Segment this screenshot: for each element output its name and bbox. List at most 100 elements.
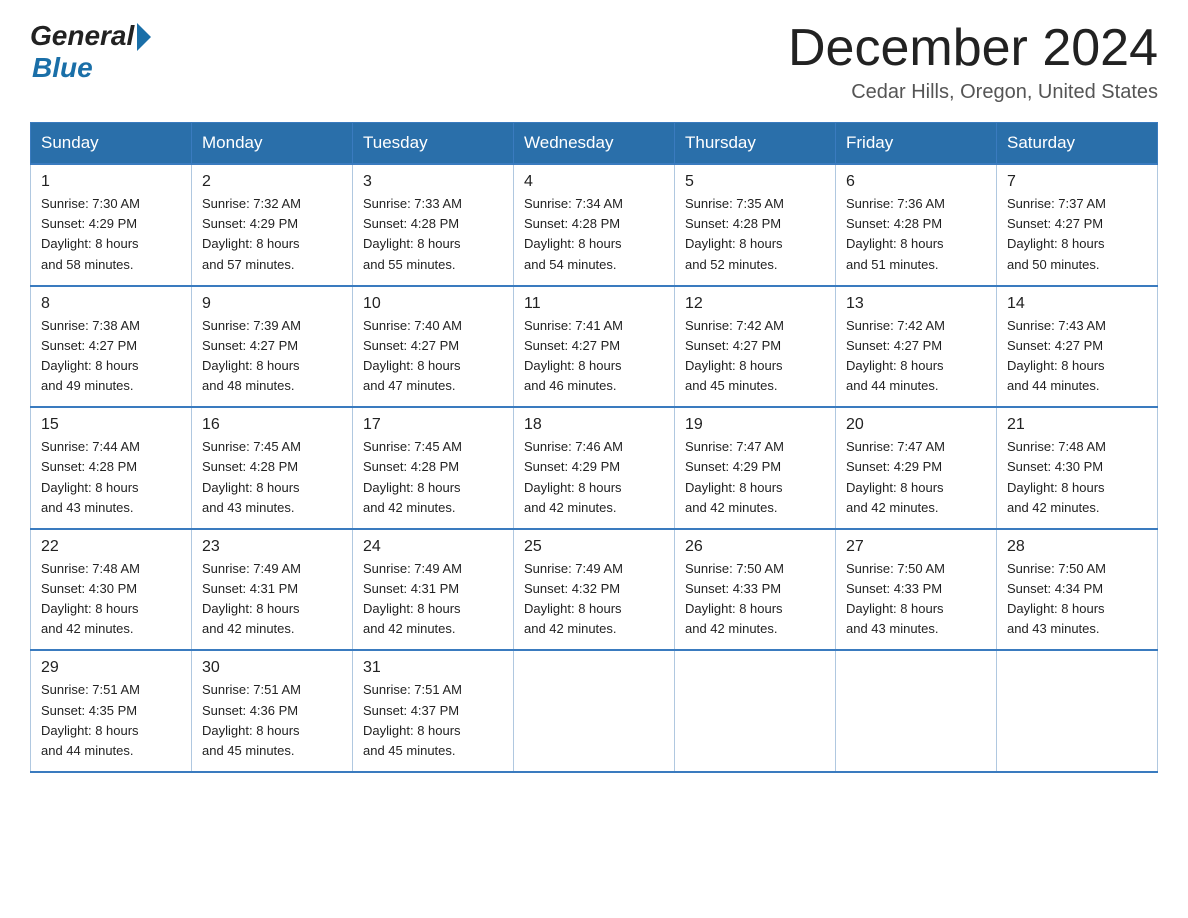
table-row: 27 Sunrise: 7:50 AM Sunset: 4:33 PM Dayl… bbox=[836, 529, 997, 651]
table-row: 20 Sunrise: 7:47 AM Sunset: 4:29 PM Dayl… bbox=[836, 407, 997, 529]
col-thursday: Thursday bbox=[675, 123, 836, 165]
day-number: 25 bbox=[524, 538, 664, 556]
col-friday: Friday bbox=[836, 123, 997, 165]
day-info: Sunrise: 7:36 AM Sunset: 4:28 PM Dayligh… bbox=[846, 194, 986, 275]
location-text: Cedar Hills, Oregon, United States bbox=[788, 81, 1158, 104]
day-number: 16 bbox=[202, 416, 342, 434]
table-row: 25 Sunrise: 7:49 AM Sunset: 4:32 PM Dayl… bbox=[514, 529, 675, 651]
table-row: 1 Sunrise: 7:30 AM Sunset: 4:29 PM Dayli… bbox=[31, 164, 192, 286]
day-number: 11 bbox=[524, 295, 664, 313]
day-info: Sunrise: 7:44 AM Sunset: 4:28 PM Dayligh… bbox=[41, 437, 181, 518]
col-wednesday: Wednesday bbox=[514, 123, 675, 165]
table-row: 8 Sunrise: 7:38 AM Sunset: 4:27 PM Dayli… bbox=[31, 286, 192, 408]
table-row: 23 Sunrise: 7:49 AM Sunset: 4:31 PM Dayl… bbox=[192, 529, 353, 651]
day-number: 10 bbox=[363, 295, 503, 313]
day-number: 20 bbox=[846, 416, 986, 434]
day-info: Sunrise: 7:50 AM Sunset: 4:34 PM Dayligh… bbox=[1007, 559, 1147, 640]
table-row: 19 Sunrise: 7:47 AM Sunset: 4:29 PM Dayl… bbox=[675, 407, 836, 529]
table-row bbox=[836, 650, 997, 772]
day-info: Sunrise: 7:42 AM Sunset: 4:27 PM Dayligh… bbox=[685, 316, 825, 397]
day-number: 13 bbox=[846, 295, 986, 313]
day-info: Sunrise: 7:42 AM Sunset: 4:27 PM Dayligh… bbox=[846, 316, 986, 397]
day-number: 5 bbox=[685, 173, 825, 191]
day-info: Sunrise: 7:37 AM Sunset: 4:27 PM Dayligh… bbox=[1007, 194, 1147, 275]
day-info: Sunrise: 7:41 AM Sunset: 4:27 PM Dayligh… bbox=[524, 316, 664, 397]
logo: General Blue bbox=[30, 20, 151, 84]
calendar-week-row: 22 Sunrise: 7:48 AM Sunset: 4:30 PM Dayl… bbox=[31, 529, 1158, 651]
day-number: 15 bbox=[41, 416, 181, 434]
col-monday: Monday bbox=[192, 123, 353, 165]
day-number: 18 bbox=[524, 416, 664, 434]
day-info: Sunrise: 7:46 AM Sunset: 4:29 PM Dayligh… bbox=[524, 437, 664, 518]
table-row: 2 Sunrise: 7:32 AM Sunset: 4:29 PM Dayli… bbox=[192, 164, 353, 286]
calendar-week-row: 8 Sunrise: 7:38 AM Sunset: 4:27 PM Dayli… bbox=[31, 286, 1158, 408]
day-number: 30 bbox=[202, 659, 342, 677]
table-row: 4 Sunrise: 7:34 AM Sunset: 4:28 PM Dayli… bbox=[514, 164, 675, 286]
day-number: 29 bbox=[41, 659, 181, 677]
day-number: 2 bbox=[202, 173, 342, 191]
day-info: Sunrise: 7:34 AM Sunset: 4:28 PM Dayligh… bbox=[524, 194, 664, 275]
table-row: 24 Sunrise: 7:49 AM Sunset: 4:31 PM Dayl… bbox=[353, 529, 514, 651]
table-row: 5 Sunrise: 7:35 AM Sunset: 4:28 PM Dayli… bbox=[675, 164, 836, 286]
day-number: 1 bbox=[41, 173, 181, 191]
table-row: 12 Sunrise: 7:42 AM Sunset: 4:27 PM Dayl… bbox=[675, 286, 836, 408]
table-row: 29 Sunrise: 7:51 AM Sunset: 4:35 PM Dayl… bbox=[31, 650, 192, 772]
day-info: Sunrise: 7:48 AM Sunset: 4:30 PM Dayligh… bbox=[41, 559, 181, 640]
table-row: 26 Sunrise: 7:50 AM Sunset: 4:33 PM Dayl… bbox=[675, 529, 836, 651]
table-row: 17 Sunrise: 7:45 AM Sunset: 4:28 PM Dayl… bbox=[353, 407, 514, 529]
page-header: General Blue December 2024 Cedar Hills, … bbox=[30, 20, 1158, 104]
day-info: Sunrise: 7:43 AM Sunset: 4:27 PM Dayligh… bbox=[1007, 316, 1147, 397]
day-info: Sunrise: 7:33 AM Sunset: 4:28 PM Dayligh… bbox=[363, 194, 503, 275]
day-info: Sunrise: 7:47 AM Sunset: 4:29 PM Dayligh… bbox=[685, 437, 825, 518]
day-number: 24 bbox=[363, 538, 503, 556]
col-sunday: Sunday bbox=[31, 123, 192, 165]
day-info: Sunrise: 7:49 AM Sunset: 4:31 PM Dayligh… bbox=[363, 559, 503, 640]
table-row: 16 Sunrise: 7:45 AM Sunset: 4:28 PM Dayl… bbox=[192, 407, 353, 529]
day-number: 14 bbox=[1007, 295, 1147, 313]
calendar-week-row: 15 Sunrise: 7:44 AM Sunset: 4:28 PM Dayl… bbox=[31, 407, 1158, 529]
day-info: Sunrise: 7:50 AM Sunset: 4:33 PM Dayligh… bbox=[685, 559, 825, 640]
day-info: Sunrise: 7:40 AM Sunset: 4:27 PM Dayligh… bbox=[363, 316, 503, 397]
day-info: Sunrise: 7:47 AM Sunset: 4:29 PM Dayligh… bbox=[846, 437, 986, 518]
day-info: Sunrise: 7:49 AM Sunset: 4:31 PM Dayligh… bbox=[202, 559, 342, 640]
day-info: Sunrise: 7:51 AM Sunset: 4:37 PM Dayligh… bbox=[363, 680, 503, 761]
table-row bbox=[997, 650, 1158, 772]
day-number: 21 bbox=[1007, 416, 1147, 434]
day-info: Sunrise: 7:38 AM Sunset: 4:27 PM Dayligh… bbox=[41, 316, 181, 397]
table-row bbox=[675, 650, 836, 772]
table-row: 31 Sunrise: 7:51 AM Sunset: 4:37 PM Dayl… bbox=[353, 650, 514, 772]
day-info: Sunrise: 7:45 AM Sunset: 4:28 PM Dayligh… bbox=[363, 437, 503, 518]
day-number: 17 bbox=[363, 416, 503, 434]
day-number: 22 bbox=[41, 538, 181, 556]
day-number: 4 bbox=[524, 173, 664, 191]
day-info: Sunrise: 7:30 AM Sunset: 4:29 PM Dayligh… bbox=[41, 194, 181, 275]
day-info: Sunrise: 7:49 AM Sunset: 4:32 PM Dayligh… bbox=[524, 559, 664, 640]
table-row: 30 Sunrise: 7:51 AM Sunset: 4:36 PM Dayl… bbox=[192, 650, 353, 772]
logo-triangle-icon bbox=[137, 23, 151, 51]
table-row: 13 Sunrise: 7:42 AM Sunset: 4:27 PM Dayl… bbox=[836, 286, 997, 408]
calendar-week-row: 1 Sunrise: 7:30 AM Sunset: 4:29 PM Dayli… bbox=[31, 164, 1158, 286]
logo-blue-text: Blue bbox=[32, 52, 93, 84]
calendar-table: Sunday Monday Tuesday Wednesday Thursday… bbox=[30, 122, 1158, 773]
day-info: Sunrise: 7:35 AM Sunset: 4:28 PM Dayligh… bbox=[685, 194, 825, 275]
table-row: 11 Sunrise: 7:41 AM Sunset: 4:27 PM Dayl… bbox=[514, 286, 675, 408]
title-section: December 2024 Cedar Hills, Oregon, Unite… bbox=[788, 20, 1158, 104]
day-info: Sunrise: 7:50 AM Sunset: 4:33 PM Dayligh… bbox=[846, 559, 986, 640]
day-number: 19 bbox=[685, 416, 825, 434]
table-row: 21 Sunrise: 7:48 AM Sunset: 4:30 PM Dayl… bbox=[997, 407, 1158, 529]
day-number: 28 bbox=[1007, 538, 1147, 556]
calendar-week-row: 29 Sunrise: 7:51 AM Sunset: 4:35 PM Dayl… bbox=[31, 650, 1158, 772]
day-info: Sunrise: 7:51 AM Sunset: 4:36 PM Dayligh… bbox=[202, 680, 342, 761]
table-row: 9 Sunrise: 7:39 AM Sunset: 4:27 PM Dayli… bbox=[192, 286, 353, 408]
table-row: 14 Sunrise: 7:43 AM Sunset: 4:27 PM Dayl… bbox=[997, 286, 1158, 408]
day-info: Sunrise: 7:45 AM Sunset: 4:28 PM Dayligh… bbox=[202, 437, 342, 518]
table-row: 15 Sunrise: 7:44 AM Sunset: 4:28 PM Dayl… bbox=[31, 407, 192, 529]
day-number: 6 bbox=[846, 173, 986, 191]
table-row: 22 Sunrise: 7:48 AM Sunset: 4:30 PM Dayl… bbox=[31, 529, 192, 651]
table-row: 7 Sunrise: 7:37 AM Sunset: 4:27 PM Dayli… bbox=[997, 164, 1158, 286]
table-row bbox=[514, 650, 675, 772]
day-number: 23 bbox=[202, 538, 342, 556]
col-tuesday: Tuesday bbox=[353, 123, 514, 165]
day-info: Sunrise: 7:32 AM Sunset: 4:29 PM Dayligh… bbox=[202, 194, 342, 275]
table-row: 28 Sunrise: 7:50 AM Sunset: 4:34 PM Dayl… bbox=[997, 529, 1158, 651]
